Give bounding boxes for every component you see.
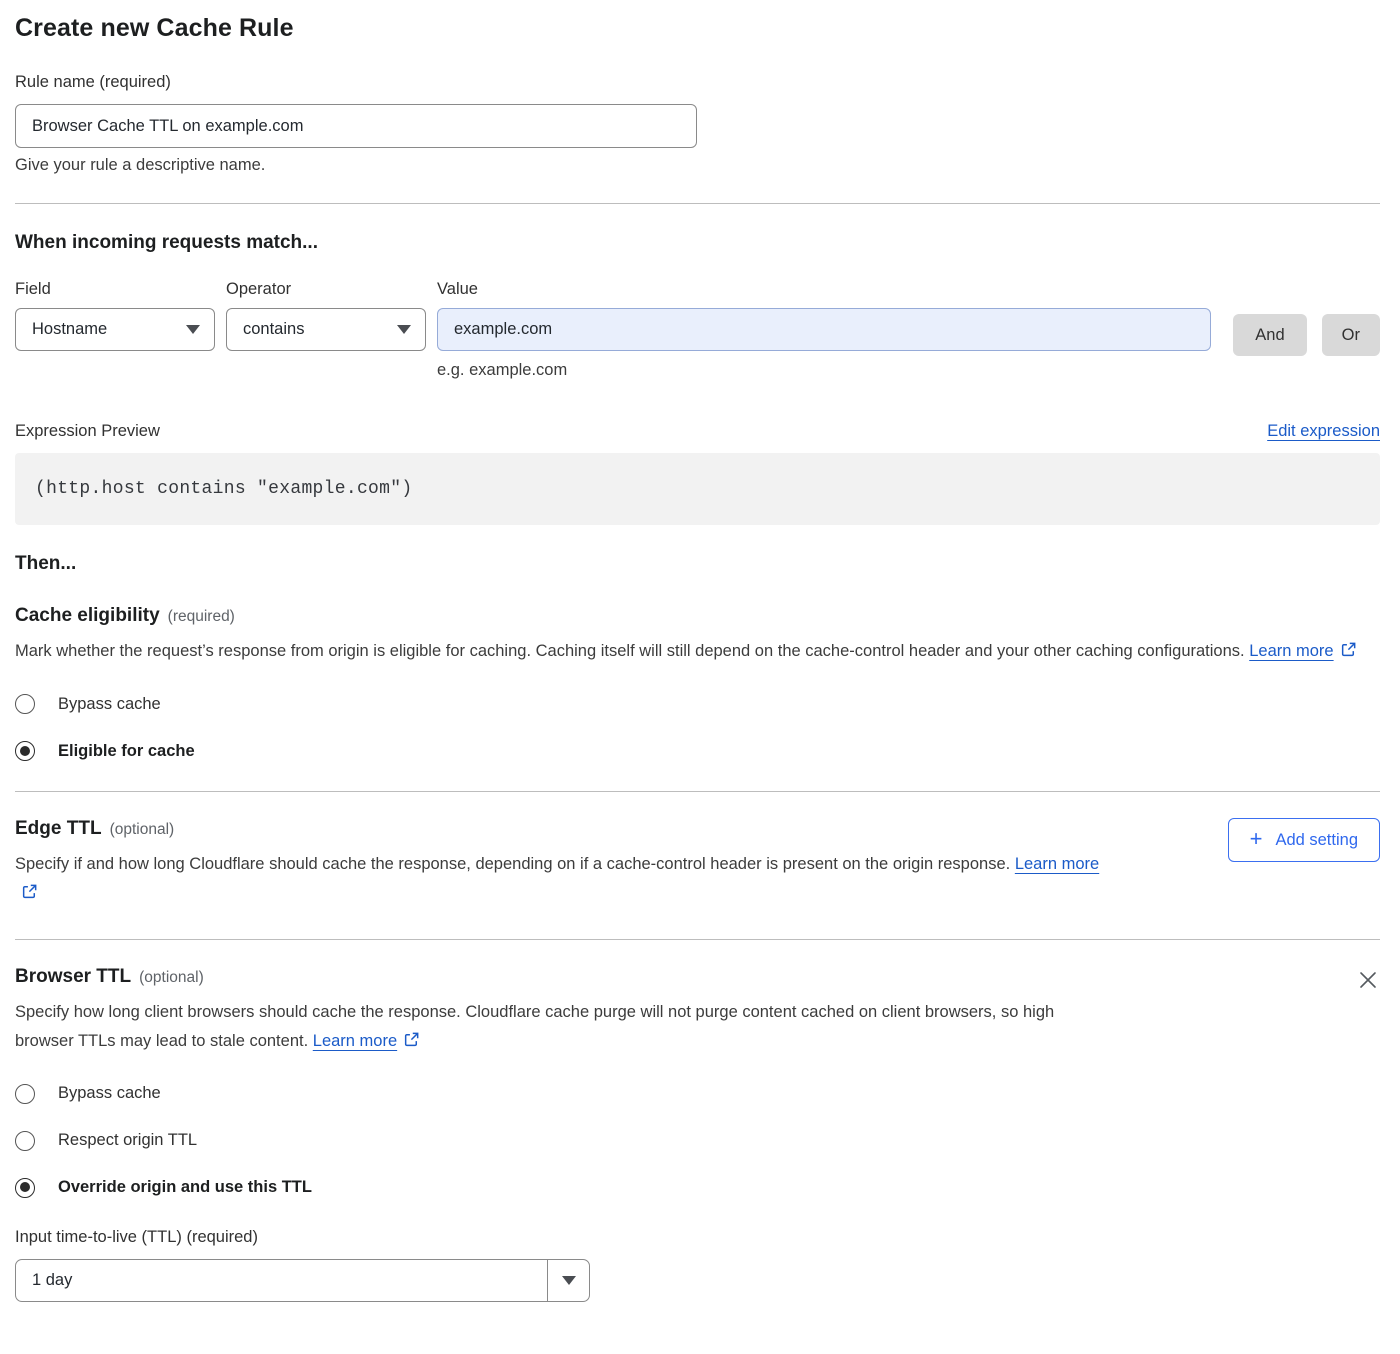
operator-label: Operator xyxy=(226,280,426,299)
browser-ttl-description: Specify how long client browsers should … xyxy=(15,998,1105,1057)
external-link-icon xyxy=(1340,639,1357,667)
radio-label: Override origin and use this TTL xyxy=(58,1178,312,1197)
chevron-down-icon xyxy=(397,325,411,334)
browser-ttl-heading-line: Browser TTL (optional) xyxy=(15,966,1105,988)
radio-label: Bypass cache xyxy=(58,695,161,714)
radio-option-bypass-cache: Bypass cache xyxy=(15,694,1380,714)
edge-ttl-heading-line: Edge TTL (optional) xyxy=(15,818,1120,840)
browser-ttl-text-block: Browser TTL (optional) Specify how long … xyxy=(15,966,1105,1057)
expression-preview-label: Expression Preview xyxy=(15,422,160,441)
field-select-value: Hostname xyxy=(32,320,107,339)
create-cache-rule-form: Create new Cache Rule Rule name (require… xyxy=(0,0,1400,1342)
rule-name-value: Browser Cache TTL on example.com xyxy=(32,117,303,136)
radio-option-respect-origin-ttl: Respect origin TTL xyxy=(15,1131,1380,1151)
value-input[interactable]: example.com xyxy=(437,308,1211,351)
radio-option-bypass-cache: Bypass cache xyxy=(15,1084,1380,1104)
radio-option-eligible-for-cache: Eligible for cache xyxy=(15,741,1380,761)
or-button[interactable]: Or xyxy=(1322,314,1380,356)
operator-select[interactable]: contains xyxy=(226,308,426,351)
rule-name-label: Rule name (required) xyxy=(15,73,1380,92)
optional-badge: (optional) xyxy=(139,969,204,987)
ttl-select[interactable]: 1 day xyxy=(15,1259,590,1302)
field-select[interactable]: Hostname xyxy=(15,308,215,351)
learn-more-link[interactable]: Learn more xyxy=(1249,642,1333,660)
radio-label: Respect origin TTL xyxy=(58,1131,197,1150)
section-divider xyxy=(15,939,1380,940)
ttl-input-label: Input time-to-live (TTL) (required) xyxy=(15,1228,1380,1247)
value-input-text: example.com xyxy=(454,320,552,339)
radio-button[interactable] xyxy=(15,1131,35,1151)
and-or-buttons: And Or xyxy=(1222,280,1380,356)
section-divider xyxy=(15,791,1380,792)
radio-option-override-origin-ttl: Override origin and use this TTL xyxy=(15,1178,1380,1198)
then-heading: Then... xyxy=(15,553,1380,575)
cache-eligibility-description-text: Mark whether the request’s response from… xyxy=(15,642,1245,660)
and-button[interactable]: And xyxy=(1233,314,1306,356)
learn-more-link[interactable]: Learn more xyxy=(313,1032,397,1050)
radio-label: Eligible for cache xyxy=(58,742,195,761)
plus-icon: + xyxy=(1250,828,1263,850)
expression-code: (http.host contains "example.com") xyxy=(35,479,412,499)
radio-button-checked[interactable] xyxy=(15,741,35,761)
edge-ttl-description: Specify if and how long Cloudflare shoul… xyxy=(15,850,1120,909)
value-column: Value example.com e.g. example.com xyxy=(437,280,1211,380)
learn-more-link[interactable]: Learn more xyxy=(1015,855,1099,873)
expression-preview-row: Expression Preview Edit expression xyxy=(15,422,1380,441)
external-link-icon xyxy=(403,1029,420,1057)
chevron-down-icon xyxy=(186,325,200,334)
edge-ttl-description-text: Specify if and how long Cloudflare shoul… xyxy=(15,855,1010,873)
value-label: Value xyxy=(437,280,1211,299)
edge-ttl-heading: Edge TTL xyxy=(15,818,102,840)
edit-expression-link[interactable]: Edit expression xyxy=(1267,422,1380,441)
ttl-select-value: 1 day xyxy=(16,1260,547,1301)
operator-select-value: contains xyxy=(243,320,304,339)
required-badge: (required) xyxy=(168,608,235,626)
cache-eligibility-heading-row: Cache eligibility (required) xyxy=(15,605,1380,627)
cache-eligibility-description: Mark whether the request’s response from… xyxy=(15,637,1360,667)
edge-ttl-heading-row: Edge TTL (optional) Specify if and how l… xyxy=(15,818,1380,909)
radio-button[interactable] xyxy=(15,1084,35,1104)
field-label: Field xyxy=(15,280,215,299)
cache-eligibility-heading: Cache eligibility xyxy=(15,605,160,627)
match-section-heading: When incoming requests match... xyxy=(15,232,1380,254)
close-icon[interactable] xyxy=(1356,968,1380,992)
field-column: Field Hostname xyxy=(15,280,215,351)
page-title: Create new Cache Rule xyxy=(15,14,1380,43)
browser-ttl-heading-row: Browser TTL (optional) Specify how long … xyxy=(15,966,1380,1057)
chevron-down-icon xyxy=(562,1276,576,1285)
optional-badge: (optional) xyxy=(110,821,175,839)
match-condition-row: Field Hostname Operator contains Value e… xyxy=(15,280,1380,380)
edge-ttl-text-block: Edge TTL (optional) Specify if and how l… xyxy=(15,818,1120,909)
add-setting-button[interactable]: + Add setting xyxy=(1228,818,1380,862)
expression-code-box: (http.host contains "example.com") xyxy=(15,453,1380,525)
browser-ttl-description-text: Specify how long client browsers should … xyxy=(15,1003,1054,1049)
radio-label: Bypass cache xyxy=(58,1084,161,1103)
external-link-icon xyxy=(21,881,38,909)
rule-name-input[interactable]: Browser Cache TTL on example.com xyxy=(15,104,697,148)
add-setting-label: Add setting xyxy=(1275,831,1358,850)
browser-ttl-heading: Browser TTL xyxy=(15,966,131,988)
ttl-select-arrow-segment[interactable] xyxy=(547,1260,589,1301)
value-helper: e.g. example.com xyxy=(437,361,1211,380)
section-divider xyxy=(15,203,1380,204)
radio-button[interactable] xyxy=(15,694,35,714)
operator-column: Operator contains xyxy=(226,280,426,351)
radio-button-checked[interactable] xyxy=(15,1178,35,1198)
rule-name-helper: Give your rule a descriptive name. xyxy=(15,156,1380,175)
